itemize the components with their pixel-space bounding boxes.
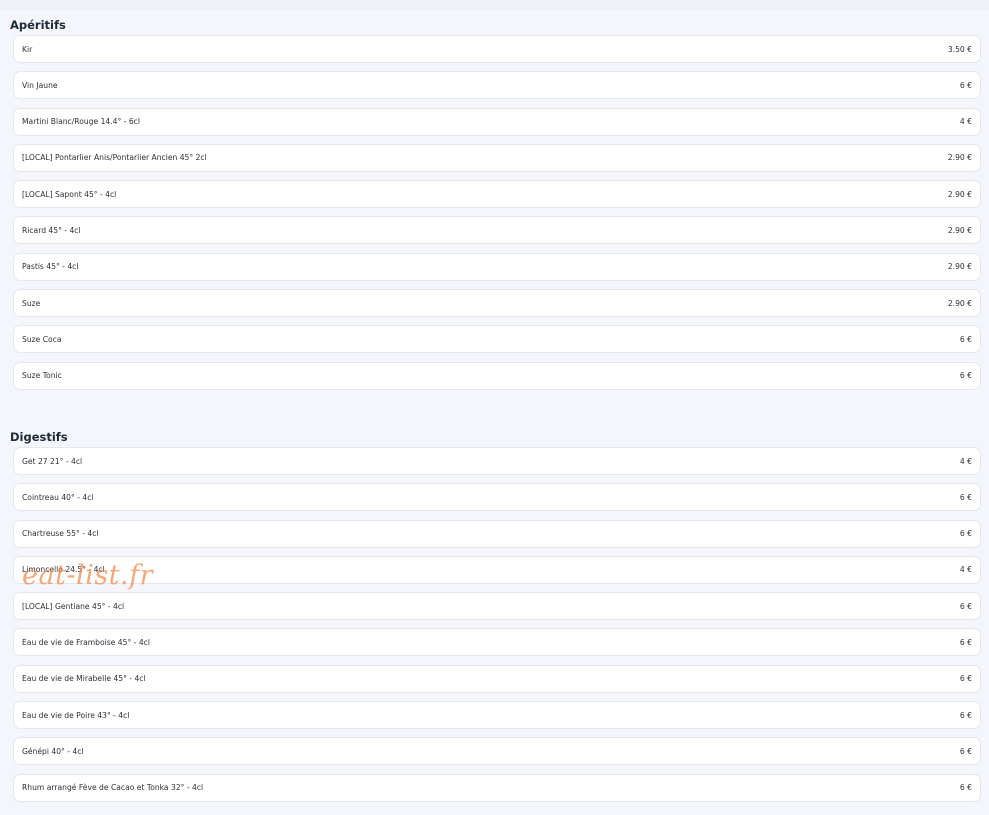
menu-item[interactable]: [LOCAL] Gentiane 45° - 4cl 6 € bbox=[13, 592, 981, 621]
digestifs-list: Get 27 21° - 4cl 4 € Cointreau 40° - 4cl 6… bbox=[13, 447, 981, 810]
menu-item[interactable]: Eau de vie de Mirabelle 45° - 4cl 6 € bbox=[13, 664, 981, 693]
item-price: 6 € bbox=[959, 80, 972, 90]
item-price: 2.90 € bbox=[947, 225, 972, 235]
item-name: Génépi 40° - 4cl bbox=[22, 746, 84, 756]
item-name: Martini Blanc/Rouge 14.4° - 6cl bbox=[22, 117, 140, 127]
item-name: Ricard 45° - 4cl bbox=[22, 225, 81, 235]
menu-item[interactable]: Suze Coca 6 € bbox=[13, 325, 981, 354]
menu-item[interactable]: Pastis 45° - 4cl 2.90 € bbox=[13, 252, 981, 281]
item-price: 6 € bbox=[959, 492, 972, 502]
menu-item[interactable]: Limoncello 24.5° - 4cl 4 € bbox=[13, 555, 981, 584]
item-name: Suze Coca bbox=[22, 334, 62, 344]
menu-item[interactable]: Get 27 21° - 4cl 4 € bbox=[13, 447, 981, 475]
item-price: 2.90 € bbox=[947, 298, 972, 308]
section-title-digestifs: Digestifs bbox=[10, 430, 68, 444]
menu-item[interactable]: Vin Jaune 6 € bbox=[13, 71, 981, 100]
item-price: 4 € bbox=[959, 565, 972, 575]
menu-item[interactable]: [LOCAL] Sapont 45° - 4cl 2.90 € bbox=[13, 180, 981, 209]
item-name: Rhum arrangé Fève de Cacao et Tonka 32° … bbox=[22, 783, 204, 793]
item-price: 6 € bbox=[959, 601, 972, 611]
item-price: 2.90 € bbox=[947, 189, 972, 199]
item-name: Eau de vie de Framboise 45° - 4cl bbox=[22, 637, 150, 647]
item-name: Chartreuse 55° - 4cl bbox=[22, 529, 99, 539]
item-price: 4 € bbox=[959, 456, 972, 466]
menu-item[interactable]: Génépi 40° - 4cl 6 € bbox=[13, 737, 981, 766]
menu-item[interactable]: Chartreuse 55° - 4cl 6 € bbox=[13, 519, 981, 548]
item-price: 6 € bbox=[959, 637, 972, 647]
item-name: Vin Jaune bbox=[22, 80, 58, 90]
item-price: 2.90 € bbox=[947, 153, 972, 163]
item-price: 4 € bbox=[959, 117, 972, 127]
menu-item[interactable]: Eau de vie de Framboise 45° - 4cl 6 € bbox=[13, 628, 981, 657]
item-name: Eau de vie de Mirabelle 45° - 4cl bbox=[22, 674, 146, 684]
item-price: 6 € bbox=[959, 783, 972, 793]
item-name: Eau de vie de Poire 43° - 4cl bbox=[22, 710, 130, 720]
item-name: Suze bbox=[22, 298, 41, 308]
item-name: [LOCAL] Pontarlier Anis/Pontarlier Ancie… bbox=[22, 153, 207, 163]
item-price: 6 € bbox=[959, 746, 972, 756]
item-name: Kir bbox=[22, 44, 33, 54]
item-name: Get 27 21° - 4cl bbox=[22, 456, 83, 466]
item-name: [LOCAL] Gentiane 45° - 4cl bbox=[22, 601, 125, 611]
menu-item[interactable]: Suze Tonic 6 € bbox=[13, 361, 981, 390]
menu-item[interactable]: Martini Blanc/Rouge 14.4° - 6cl 4 € bbox=[13, 107, 981, 136]
aperitifs-list: Kir 3.50 € Vin Jaune 6 € Martini Blanc/Rou… bbox=[13, 35, 981, 398]
item-price: 6 € bbox=[959, 529, 972, 539]
menu-item[interactable]: [LOCAL] Pontarlier Anis/Pontarlier Ancie… bbox=[13, 143, 981, 172]
top-strip bbox=[0, 0, 989, 9]
menu-item[interactable]: Rhum arrangé Fève de Cacao et Tonka 32° … bbox=[13, 773, 981, 802]
item-name: Suze Tonic bbox=[22, 371, 62, 381]
menu-item[interactable]: Ricard 45° - 4cl 2.90 € bbox=[13, 216, 981, 245]
item-price: 6 € bbox=[959, 710, 972, 720]
menu-item[interactable]: Suze 2.90 € bbox=[13, 289, 981, 318]
menu-item[interactable]: Eau de vie de Poire 43° - 4cl 6 € bbox=[13, 701, 981, 730]
item-name: Pastis 45° - 4cl bbox=[22, 262, 79, 272]
item-name: Cointreau 40° - 4cl bbox=[22, 492, 94, 502]
item-price: 3.50 € bbox=[947, 44, 972, 54]
item-price: 6 € bbox=[959, 674, 972, 684]
item-price: 2.90 € bbox=[947, 262, 972, 272]
item-price: 6 € bbox=[959, 371, 972, 381]
menu-item[interactable]: Cointreau 40° - 4cl 6 € bbox=[13, 483, 981, 512]
section-title-aperitifs: Apéritifs bbox=[10, 18, 66, 32]
item-name: [LOCAL] Sapont 45° - 4cl bbox=[22, 189, 117, 199]
item-price: 6 € bbox=[959, 334, 972, 344]
item-name: Limoncello 24.5° - 4cl bbox=[22, 565, 105, 575]
menu-item[interactable]: Kir 3.50 € bbox=[13, 35, 981, 63]
